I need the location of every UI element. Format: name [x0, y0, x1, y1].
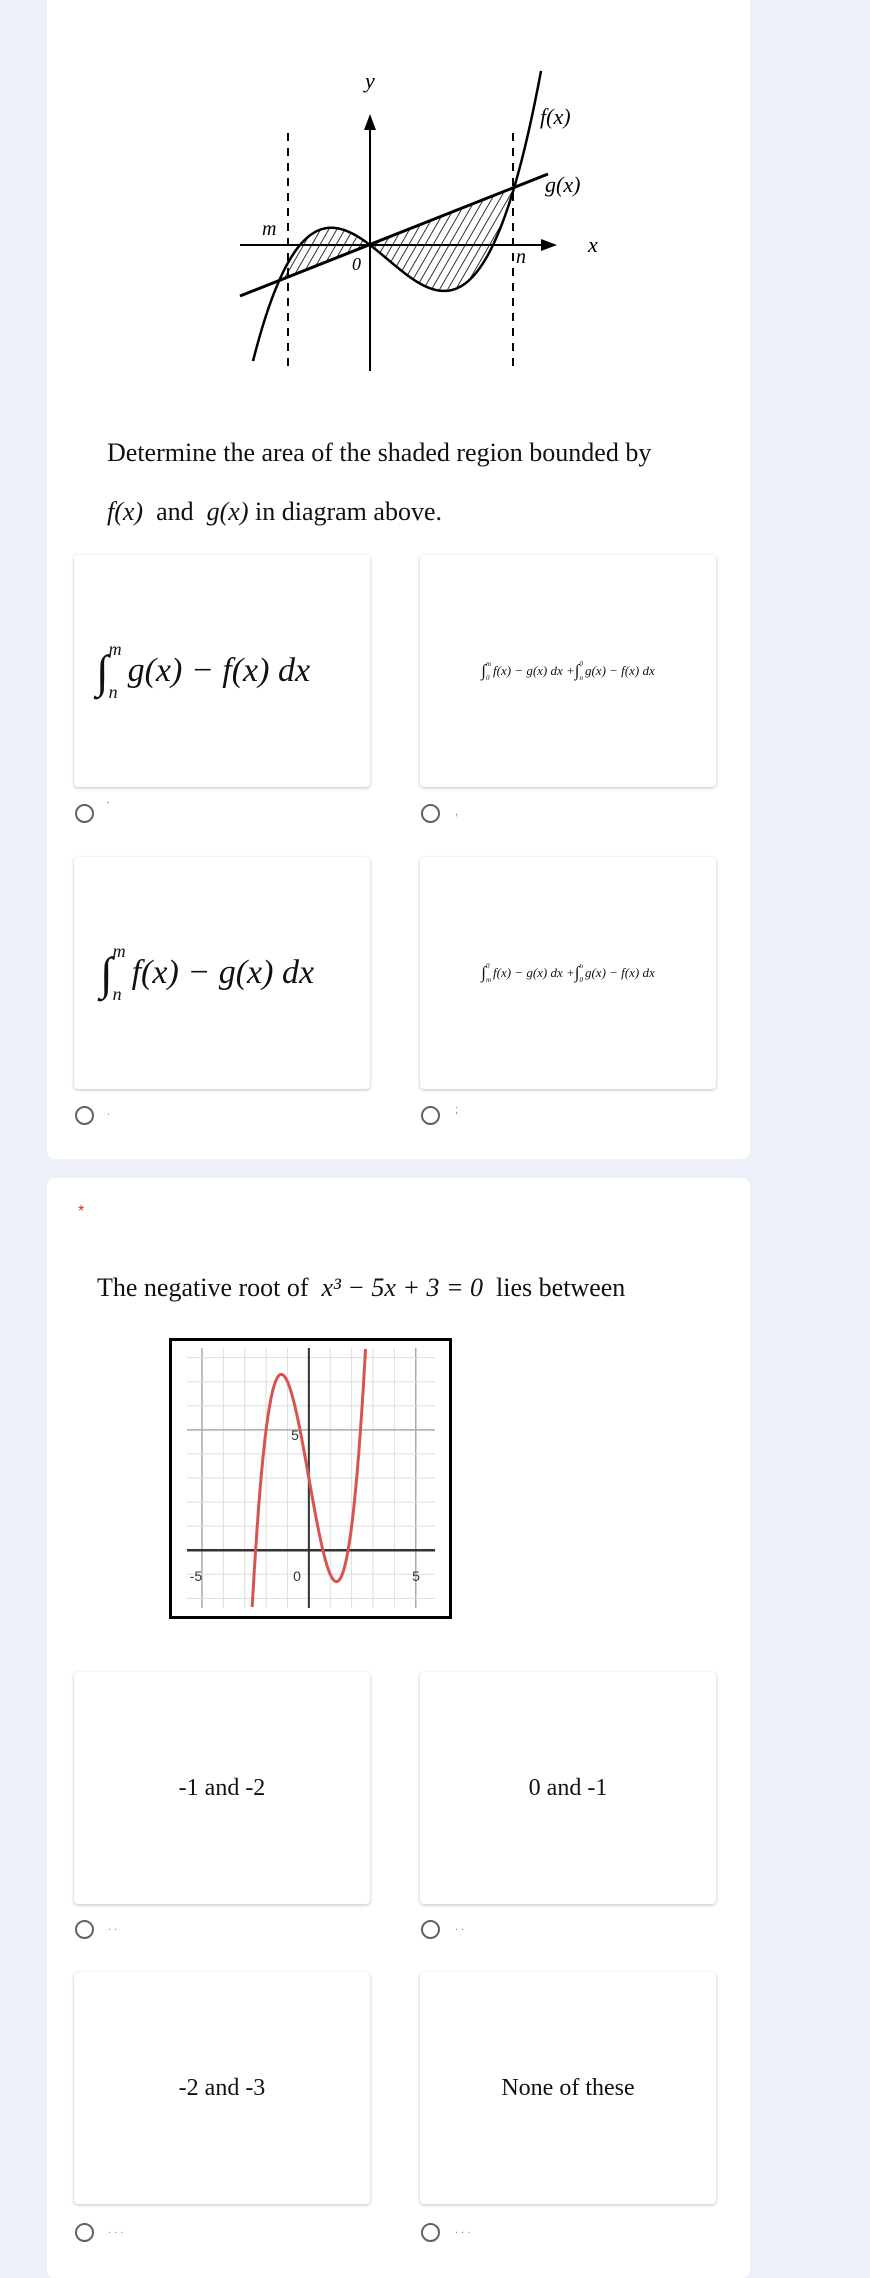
- question-2-text: The negative root of x³ − 5x + 3 = 0 lie…: [97, 1273, 625, 1303]
- option-radio-1[interactable]: [75, 1920, 94, 1939]
- g-of-x: g(x): [206, 497, 249, 526]
- integral-icon: ∫: [100, 947, 113, 999]
- equation: x³ − 5x + 3 = 0: [321, 1273, 484, 1302]
- option-card-1[interactable]: ∫ m n g(x) − f(x) dx: [74, 555, 370, 787]
- lower-limit: n: [579, 674, 583, 682]
- n-label: n: [516, 246, 526, 268]
- option-card-2[interactable]: 0 and -1: [420, 1672, 716, 1904]
- option-radio-1[interactable]: [75, 804, 94, 823]
- lower-limit: 0: [485, 674, 490, 682]
- option-label: -2 and -3: [178, 2074, 266, 2101]
- text-before: The negative root of: [97, 1273, 309, 1302]
- integrand: f(x) − g(x) dx: [131, 954, 315, 991]
- x-tick-0: 0: [293, 1568, 301, 1584]
- option-radio-3[interactable]: [75, 2223, 94, 2242]
- option-radio-4[interactable]: [421, 2223, 440, 2242]
- upper-limit: 0: [579, 660, 583, 668]
- shaded-region-right: [370, 188, 515, 291]
- integrand-part2: g(x) − f(x) dx: [584, 663, 655, 678]
- area-diagram: y f(x) g(x) x m 0 n: [239, 68, 598, 373]
- and-word: and: [156, 497, 194, 526]
- option-radio-label-4: . . .: [455, 2224, 471, 2236]
- option-radio-label-1: . .: [108, 1921, 118, 1933]
- option-card-1[interactable]: -1 and -2: [74, 1672, 370, 1904]
- text-rest: in diagram above.: [255, 497, 442, 526]
- integrand-part2: g(x) − f(x) dx: [584, 965, 655, 980]
- option-radio-2[interactable]: [421, 1920, 440, 1939]
- x-tick-neg5: -5: [190, 1568, 203, 1584]
- integrand-part1: f(x) − g(x) dx +: [493, 965, 575, 980]
- option-radio-2[interactable]: [421, 804, 440, 823]
- f-of-x: f(x): [107, 497, 144, 526]
- required-asterisk: *: [78, 1203, 85, 1220]
- option-label: None of these: [501, 2074, 635, 2101]
- upper-limit: m: [485, 660, 491, 668]
- upper-limit: m: [112, 941, 126, 961]
- option-radio-label-2: ,: [455, 806, 459, 818]
- x-tick-5: 5: [412, 1568, 420, 1584]
- integrand: g(x) − f(x) dx: [127, 652, 311, 689]
- option-radio-label-4: ;: [455, 1104, 459, 1116]
- upper-limit: n: [579, 962, 583, 970]
- option-radio-label-2: . .: [455, 1921, 465, 1933]
- x-axis-label: x: [587, 232, 598, 257]
- origin-label: 0: [352, 254, 361, 274]
- x-axis-arrow-icon: [541, 239, 557, 251]
- y-axis-arrow-icon: [364, 114, 376, 130]
- question-1-text-line2: f(x) and g(x) in diagram above.: [107, 497, 442, 527]
- upper-limit: 0: [485, 962, 490, 970]
- lower-limit: n: [112, 984, 122, 1004]
- lower-limit: 0: [579, 976, 583, 984]
- g-line: [239, 172, 549, 298]
- lower-limit: m: [485, 976, 491, 984]
- y-tick-5: 5: [291, 1427, 299, 1443]
- integral-icon: ∫: [96, 645, 109, 697]
- option-radio-label-3: .: [107, 1106, 111, 1118]
- option-card-4[interactable]: ∫ 0m f(x) − g(x) dx + ∫ n0 g(x) − f(x) d…: [420, 857, 716, 1089]
- option-label: 0 and -1: [528, 1774, 608, 1801]
- text-after: lies between: [496, 1273, 626, 1302]
- g-label: g(x): [545, 172, 580, 197]
- option-card-3[interactable]: -2 and -3: [74, 1972, 370, 2204]
- y-axis-label: y: [363, 68, 375, 93]
- option-card-4[interactable]: None of these: [420, 1972, 716, 2204]
- option-card-2[interactable]: ∫ m0 f(x) − g(x) dx + ∫ 0n g(x) − f(x) d…: [420, 555, 716, 787]
- option-card-3[interactable]: ∫ m n f(x) − g(x) dx: [74, 857, 370, 1089]
- question-1-text-line1: Determine the area of the shaded region …: [107, 438, 652, 467]
- m-label: m: [262, 218, 276, 240]
- integrand-part1: f(x) − g(x) dx +: [493, 663, 575, 678]
- option-radio-label-3: . . .: [108, 2224, 124, 2236]
- option-radio-3[interactable]: [75, 1106, 94, 1125]
- lower-limit: n: [108, 682, 118, 702]
- option-label: -1 and -2: [178, 1774, 266, 1801]
- option-radio-4[interactable]: [421, 1106, 440, 1125]
- upper-limit: m: [108, 639, 122, 659]
- cubic-graph: -5 0 5 5: [169, 1338, 452, 1619]
- f-label: f(x): [540, 104, 571, 129]
- option-radio-label-1: ': [107, 800, 110, 812]
